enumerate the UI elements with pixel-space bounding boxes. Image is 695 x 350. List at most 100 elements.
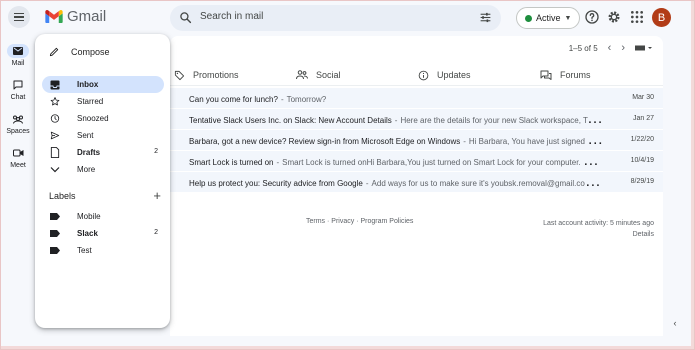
compose-button[interactable]: Compose: [49, 46, 110, 57]
mail-row[interactable]: Smart Lock is turned on - Smart Lock is tu…: [170, 151, 663, 172]
forum-icon: [540, 70, 552, 80]
rail-label-mail: Mail: [11, 60, 25, 67]
mail-subject: Can you come for lunch?: [189, 95, 278, 104]
support-icon[interactable]: [584, 9, 600, 25]
mail-snippet: Add ways for us to make sure it's youbsk…: [371, 179, 604, 188]
menu-icon-line: [14, 19, 24, 22]
nav-item-more[interactable]: More: [42, 161, 164, 178]
settings-icon[interactable]: [606, 9, 622, 25]
label-count: 2: [154, 229, 158, 236]
chevron-down-icon: [50, 165, 60, 175]
tab-updates[interactable]: Updates: [418, 64, 471, 86]
mail-snippet: Smart Lock is turned onHi Barbara,You ju…: [282, 158, 604, 167]
mail-date: 1/22/20: [624, 136, 654, 143]
mail-list: Can you come for lunch? - Tomorrow? Mar 30…: [170, 88, 663, 193]
mail-row[interactable]: Barbara, got a new device? Review sign-i…: [170, 130, 663, 151]
status-label: Active: [536, 13, 561, 23]
mail-text: Smart Lock is turned on - Smart Lock is tu…: [189, 152, 604, 170]
rail-item-spaces[interactable]: Spaces: [0, 112, 36, 135]
app-rail: Mail Chat Spaces Meet: [0, 36, 36, 350]
app-name: Gmail: [67, 8, 107, 25]
mail-date: Mar 30: [626, 94, 654, 101]
nav-item-inbox[interactable]: Inbox: [42, 76, 164, 93]
mail-row[interactable]: Can you come for lunch? - Tomorrow? Mar 30: [170, 88, 663, 109]
pager-range: 1–5 of 5: [568, 43, 598, 53]
label-name: Test: [77, 246, 92, 255]
nav-label: Sent: [77, 131, 94, 140]
labels-header: Labels +: [49, 189, 161, 202]
last-activity-text: Last account activity: 5 minutes ago: [543, 220, 654, 227]
chevron-right-icon[interactable]: ›: [621, 42, 625, 54]
main-menu-button[interactable]: [8, 6, 30, 28]
footer-links: Terms · Privacy · Program Policies: [306, 218, 413, 225]
gmail-logo[interactable]: Gmail: [45, 8, 106, 25]
gmail-m-icon: [45, 10, 63, 23]
rail-meet-pill: [7, 146, 29, 160]
mail-separator: -: [463, 137, 466, 146]
mail-separator: -: [280, 95, 284, 104]
label-item-mobile[interactable]: Mobile: [42, 208, 164, 225]
mail-date: Jan 27: [626, 115, 654, 122]
pencil-icon: [49, 47, 59, 57]
chevron-down-icon: ▼: [564, 14, 572, 22]
status-selector[interactable]: Active ▼: [516, 7, 581, 29]
label-name: Mobile: [77, 212, 101, 221]
mail-subject: Smart Lock is turned on: [189, 158, 274, 167]
nav-label: Inbox: [77, 80, 99, 89]
mail-row[interactable]: Tentative Slack Users Inc. on Slack: New…: [170, 109, 663, 130]
apps-icon[interactable]: [629, 9, 645, 25]
mail-snippet: Here are the details for your new Slack …: [400, 116, 604, 125]
mail-text: Tentative Slack Users Inc. on Slack: New…: [189, 110, 604, 128]
nav-label: Snoozed: [77, 114, 109, 123]
nav-item-snoozed[interactable]: Snoozed: [42, 110, 164, 127]
star-icon: [50, 97, 60, 107]
tab-promotions[interactable]: Promotions: [174, 64, 239, 86]
terms-link[interactable]: Terms: [306, 218, 325, 225]
details-link[interactable]: Details: [543, 229, 654, 240]
nav-label: Drafts: [77, 148, 101, 157]
rail-item-chat[interactable]: Chat: [0, 78, 36, 101]
search-input[interactable]: Search in mail: [200, 11, 263, 22]
compose-label: Compose: [71, 46, 110, 57]
privacy-link[interactable]: Privacy: [331, 218, 354, 225]
nav-item-drafts[interactable]: Drafts 2: [42, 144, 164, 161]
rail-label-spaces: Spaces: [6, 128, 30, 135]
mail-snippet: Tomorrow?: [286, 95, 327, 104]
mail-subject: Help us protect you: Security advice fro…: [189, 179, 363, 188]
rail-chat-pill: [7, 78, 29, 92]
mail-snippet: Hi Barbara, You have just signed in on a…: [468, 137, 604, 146]
inbox-tabs: Promotions Social Updates Forums: [170, 64, 663, 86]
mail-subject: Barbara, got a new device? Review sign-i…: [189, 137, 461, 146]
rail-mail-pill: [7, 44, 29, 58]
density-toggle-icon[interactable]: [635, 44, 653, 52]
spaces-icon: [13, 115, 23, 124]
label-item-test[interactable]: Test: [42, 242, 164, 259]
rail-label-meet: Meet: [10, 162, 26, 169]
tab-label: Updates: [437, 70, 471, 80]
label-list: Mobile Slack 2 Test: [42, 208, 164, 259]
search-bar[interactable]: Search in mail: [170, 5, 501, 31]
add-label-icon[interactable]: +: [153, 189, 161, 202]
label-icon: [50, 213, 60, 220]
tab-social[interactable]: Social: [296, 64, 341, 86]
inbox-icon: [50, 80, 60, 90]
label-item-slack[interactable]: Slack 2: [42, 225, 164, 242]
mailbox-nav: Inbox Starred Snoozed Sent Drafts 2 More: [42, 76, 164, 178]
meet-icon: [12, 149, 23, 157]
tab-forums[interactable]: Forums: [540, 64, 591, 86]
label-name: Slack: [77, 229, 98, 238]
nav-item-sent[interactable]: Sent: [42, 127, 164, 144]
chevron-left-icon[interactable]: ‹: [608, 42, 612, 54]
mail-row[interactable]: Help us protect you: Security advice fro…: [170, 172, 663, 193]
navigation-drawer: Compose Inbox Starred Snoozed Sent Draft…: [35, 34, 170, 328]
search-options-icon[interactable]: [479, 11, 492, 24]
program-policies-link[interactable]: Program Policies: [360, 218, 413, 225]
rail-item-meet[interactable]: Meet: [0, 146, 36, 169]
gmail-window: Gmail Search in mail Active ▼ B Mail Cha…: [0, 0, 695, 350]
send-icon: [50, 131, 60, 141]
search-icon[interactable]: [179, 11, 192, 24]
nav-item-starred[interactable]: Starred: [42, 93, 164, 110]
account-avatar[interactable]: B: [652, 8, 671, 27]
side-panel-toggle[interactable]: ‹: [668, 316, 682, 330]
rail-item-mail[interactable]: Mail: [0, 44, 36, 67]
